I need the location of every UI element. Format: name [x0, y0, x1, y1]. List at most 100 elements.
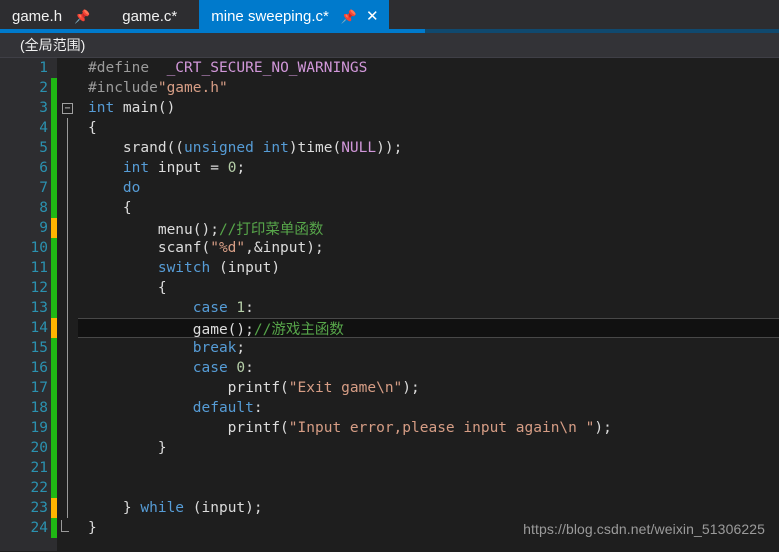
code-text: #include"game.h"	[88, 80, 228, 96]
code-lines-container: 1 #define _CRT_SECURE_NO_WARNINGS 2 #includ…	[0, 58, 779, 551]
fold-guide-end	[60, 520, 69, 532]
code-line[interactable]: 13 case 1:	[0, 298, 779, 318]
fold-guide-line	[67, 118, 68, 138]
fold-margin[interactable]	[57, 178, 78, 198]
fold-margin[interactable]	[57, 318, 78, 338]
code-line[interactable]: 9 menu();//打印菜单函数	[0, 218, 779, 238]
fold-margin[interactable]	[57, 418, 78, 438]
code-text: default:	[192, 400, 263, 416]
fold-guide-line	[67, 158, 68, 178]
line-number: 16	[30, 360, 48, 376]
code-line[interactable]: 1 #define _CRT_SECURE_NO_WARNINGS	[0, 58, 779, 78]
change-marker-none	[51, 58, 57, 78]
fold-margin[interactable]	[57, 298, 78, 318]
code-line[interactable]: 16 case 0:	[0, 358, 779, 378]
tab-label: game.c*	[122, 8, 178, 25]
fold-margin[interactable]	[57, 158, 78, 178]
code-line[interactable]: 14 game();//游戏主函数	[0, 318, 779, 338]
fold-margin[interactable]	[57, 458, 78, 478]
code-text: {	[88, 280, 167, 296]
fold-guide-line	[67, 478, 68, 498]
line-number: 24	[30, 520, 48, 536]
fold-margin[interactable]	[57, 338, 78, 358]
fold-margin[interactable]	[57, 278, 78, 298]
scope-dropdown[interactable]: (全局范围)	[0, 35, 85, 55]
line-number: 19	[30, 420, 48, 436]
fold-margin[interactable]	[57, 358, 78, 378]
code-text: case 1:	[192, 300, 254, 316]
line-number: 17	[30, 380, 48, 396]
fold-margin[interactable]	[57, 198, 78, 218]
close-icon[interactable]: ✕	[366, 9, 379, 24]
code-line[interactable]: 4{	[0, 118, 779, 138]
code-line[interactable]: 2 #include"game.h"	[0, 78, 779, 98]
fold-margin[interactable]	[57, 520, 78, 532]
fold-margin[interactable]	[57, 238, 78, 258]
line-number: 6	[39, 160, 48, 176]
code-line[interactable]: 19 printf("Input error,please input agai…	[0, 418, 779, 438]
pin-icon[interactable]: 📌	[341, 10, 357, 23]
fold-margin[interactable]	[57, 378, 78, 398]
fold-guide-line	[67, 418, 68, 438]
watermark-url: https://blog.csdn.net/weixin_51306225	[523, 521, 765, 537]
fold-margin[interactable]	[57, 398, 78, 418]
code-text: printf("Input error,please input again\n…	[88, 420, 612, 436]
fold-guide-line	[67, 298, 68, 318]
code-text: switch (input)	[157, 260, 281, 276]
code-line[interactable]: 3 − int main()	[0, 98, 779, 118]
fold-margin[interactable]: −	[57, 102, 78, 114]
line-number: 12	[30, 280, 48, 296]
navigation-scope-bar: (全局范围)	[0, 33, 779, 58]
code-line[interactable]: 23 } while (input);	[0, 498, 779, 518]
code-line[interactable]: 21	[0, 458, 779, 478]
fold-guide-line	[67, 278, 68, 298]
code-text: int main()	[88, 100, 176, 116]
code-line[interactable]: 11 switch (input)	[0, 258, 779, 278]
pin-icon[interactable]: 📌	[74, 10, 90, 23]
line-number: 1	[39, 60, 48, 76]
fold-margin[interactable]	[57, 498, 78, 518]
fold-guide-line	[67, 358, 68, 378]
line-number: 13	[30, 300, 48, 316]
fold-margin[interactable]	[57, 218, 78, 238]
code-line[interactable]: 7 do	[0, 178, 779, 198]
code-line[interactable]: 6 int input = 0;	[0, 158, 779, 178]
code-line[interactable]: 15 break;	[0, 338, 779, 358]
line-number: 3	[39, 100, 48, 116]
code-text: } while (input);	[88, 500, 263, 516]
fold-margin[interactable]	[57, 118, 78, 138]
code-line[interactable]: 8 {	[0, 198, 779, 218]
code-text: {	[88, 200, 132, 216]
fold-guide-line	[67, 258, 68, 278]
code-text: srand((unsigned int)time(NULL));	[88, 140, 403, 156]
code-line[interactable]: 5 srand((unsigned int)time(NULL));	[0, 138, 779, 158]
line-number: 5	[39, 140, 48, 156]
fold-guide-line	[67, 498, 68, 518]
fold-guide-line	[67, 218, 68, 238]
change-marker-green	[51, 78, 57, 98]
tab-underline-extension	[425, 29, 779, 33]
code-text: printf("Exit game\n");	[88, 380, 420, 396]
code-line[interactable]: 12 {	[0, 278, 779, 298]
line-number: 22	[30, 480, 48, 496]
code-text: #define _CRT_SECURE_NO_WARNINGS	[88, 60, 368, 76]
fold-margin[interactable]	[57, 258, 78, 278]
code-text: menu();//打印菜单函数	[88, 221, 324, 238]
code-line[interactable]: 17 printf("Exit game\n");	[0, 378, 779, 398]
code-line[interactable]: 10 scanf("%d",&input);	[0, 238, 779, 258]
fold-guide-line	[67, 138, 68, 158]
fold-margin[interactable]	[57, 138, 78, 158]
code-line[interactable]: 18 default:	[0, 398, 779, 418]
line-number: 18	[30, 400, 48, 416]
code-line[interactable]: 20 }	[0, 438, 779, 458]
code-editor[interactable]: 1 #define _CRT_SECURE_NO_WARNINGS 2 #includ…	[0, 58, 779, 551]
line-number: 8	[39, 200, 48, 216]
fold-margin[interactable]	[57, 438, 78, 458]
fold-guide-line	[67, 318, 68, 338]
fold-margin[interactable]	[57, 478, 78, 498]
collapse-minus-icon[interactable]: −	[62, 102, 73, 114]
line-number: 21	[30, 460, 48, 476]
code-line[interactable]: 22	[0, 478, 779, 498]
fold-guide-line	[67, 378, 68, 398]
